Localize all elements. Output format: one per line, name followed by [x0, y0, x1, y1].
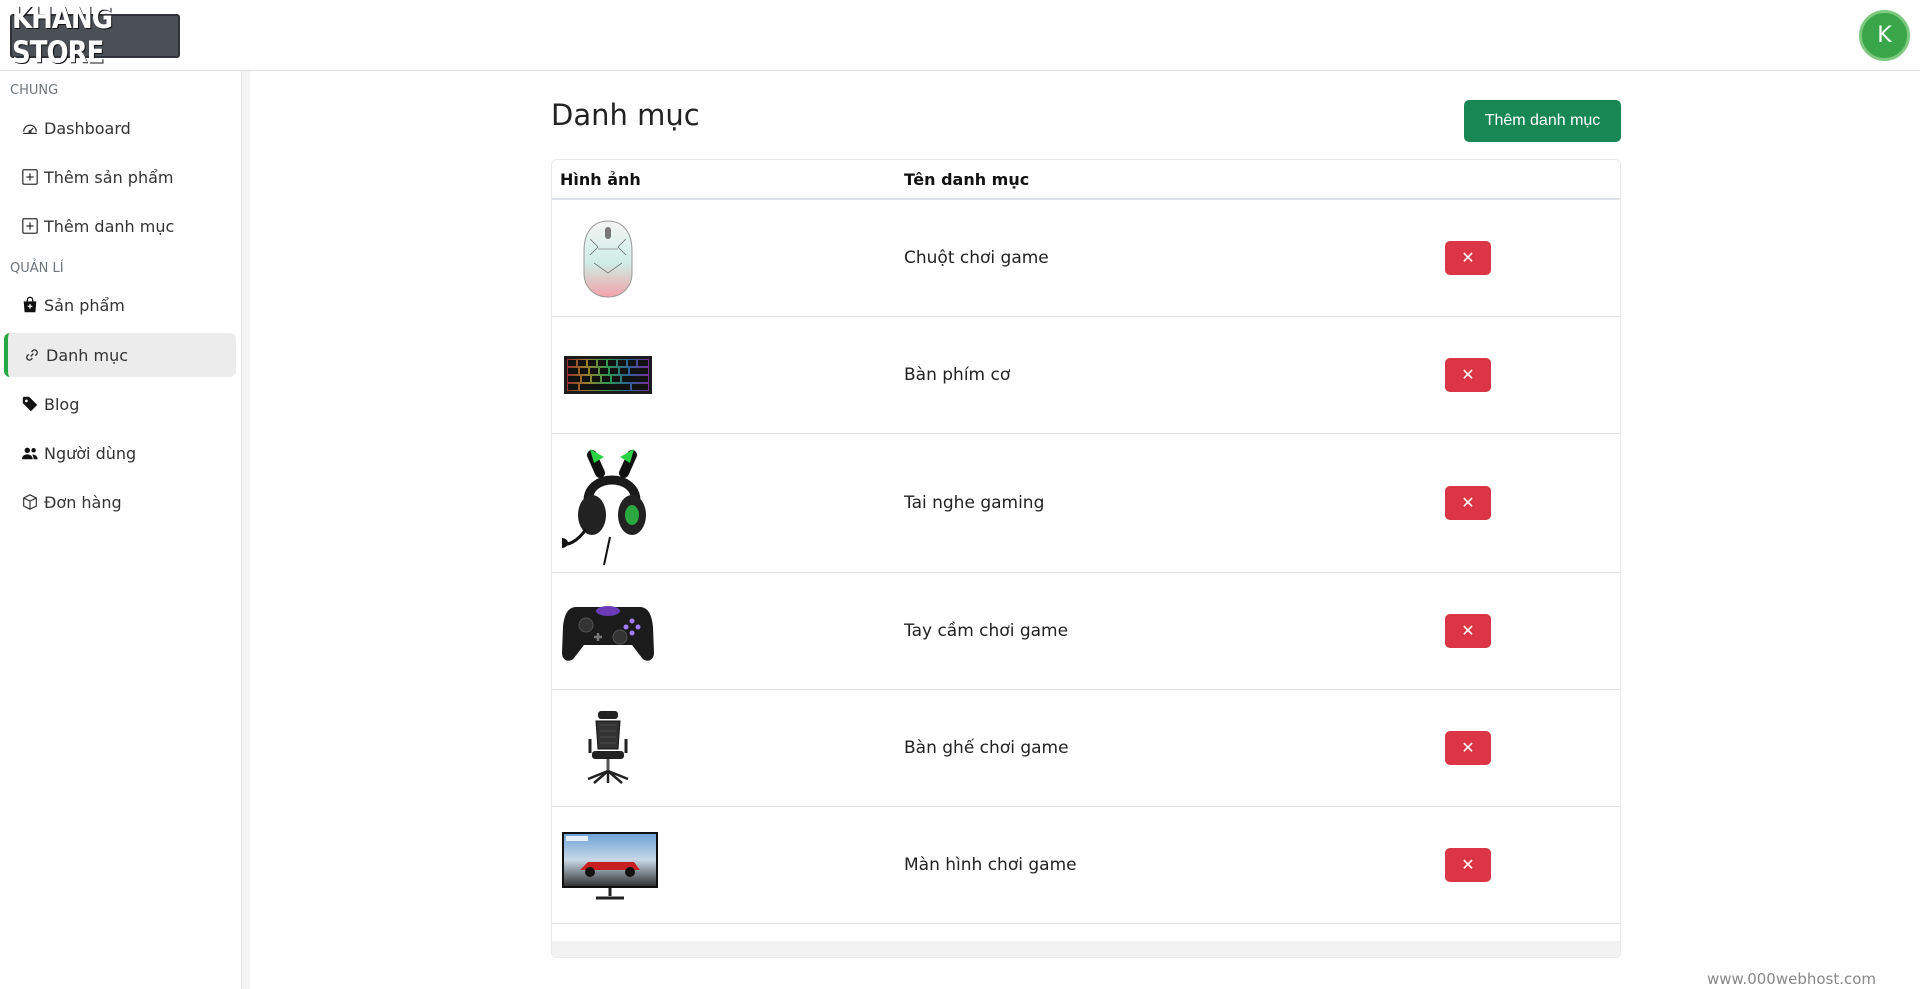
delete-button[interactable]: ✕ — [1445, 358, 1491, 392]
shopping-bag-icon — [20, 295, 40, 315]
table-row: Màn hình chơi game ✕ — [552, 807, 1620, 924]
hosting-watermark[interactable]: www.000webhost.com — [1707, 970, 1876, 988]
sidebar-item-label: Blog — [44, 394, 80, 414]
logo-text: KHANG STORE — [12, 1, 113, 71]
category-name: Bàn phím cơ — [904, 365, 1011, 385]
category-name: Tay cầm chơi game — [904, 621, 1069, 641]
sidebar-item-label: Sản phẩm — [44, 295, 125, 315]
page-title: Danh mục — [551, 98, 700, 132]
category-table: Hình ảnh Tên danh mục Chuột chơi game ✕ — [551, 159, 1621, 958]
store-logo[interactable]: KHANG STORE — [10, 2, 180, 71]
sidebar-divider — [242, 71, 250, 989]
link-icon — [22, 345, 42, 365]
sidebar-item-label: Người dùng — [44, 443, 137, 463]
table-row: Bàn ghế chơi game ✕ — [552, 690, 1620, 807]
gaming-monitor-image — [560, 831, 660, 903]
sidebar-item-categories[interactable]: Danh mục — [4, 333, 236, 377]
category-name: Bàn ghế chơi game — [904, 738, 1069, 758]
gaming-headset-image — [560, 440, 664, 568]
sidebar-item-dashboard[interactable]: Dashboard — [4, 106, 236, 150]
sidebar-item-label: Danh mục — [46, 345, 129, 365]
delete-button[interactable]: ✕ — [1445, 486, 1491, 520]
sidebar-item-label: Đơn hàng — [44, 492, 122, 512]
sidebar-item-products[interactable]: Sản phẩm — [4, 283, 236, 327]
table-row: Bàn phím cơ ✕ — [552, 317, 1620, 434]
column-header-image: Hình ảnh — [560, 170, 641, 189]
sidebar: CHUNG Dashboard Thêm sản phẩm Thêm danh … — [0, 71, 242, 989]
add-category-button[interactable]: Thêm danh mục — [1464, 100, 1621, 142]
horizontal-scrollbar[interactable] — [552, 941, 1620, 957]
delete-button[interactable]: ✕ — [1445, 731, 1491, 765]
sidebar-item-orders[interactable]: Đơn hàng — [4, 480, 236, 524]
top-header: KHANG STORE K — [0, 0, 1920, 71]
box-icon — [20, 492, 40, 512]
sidebar-item-users[interactable]: Người dùng — [4, 431, 236, 475]
sidebar-item-label: Thêm sản phẩm — [44, 167, 174, 187]
delete-button[interactable]: ✕ — [1445, 241, 1491, 275]
game-controller-image — [560, 595, 656, 667]
delete-button[interactable]: ✕ — [1445, 848, 1491, 882]
gaming-mouse-image — [560, 218, 656, 300]
category-name: Chuột chơi game — [904, 248, 1049, 268]
plus-square-icon — [20, 167, 40, 187]
category-name: Tai nghe gaming — [904, 493, 1045, 513]
delete-button[interactable]: ✕ — [1445, 614, 1491, 648]
tag-icon — [20, 394, 40, 414]
sidebar-item-add-product[interactable]: Thêm sản phẩm — [4, 155, 236, 199]
plus-square-icon — [20, 216, 40, 236]
speedometer-icon — [20, 118, 40, 138]
table-row: Chuột chơi game ✕ — [552, 200, 1620, 317]
gaming-chair-image — [560, 708, 656, 788]
table-row: Tai nghe gaming ✕ — [552, 434, 1620, 573]
users-icon — [20, 443, 40, 463]
table-header: Hình ảnh Tên danh mục — [552, 160, 1620, 200]
sidebar-section-general: CHUNG — [10, 83, 59, 98]
mechanical-keyboard-image — [560, 355, 656, 395]
column-header-name: Tên danh mục — [904, 170, 1030, 189]
category-name: Màn hình chơi game — [904, 855, 1077, 875]
sidebar-item-blog[interactable]: Blog — [4, 382, 236, 426]
sidebar-item-label: Dashboard — [44, 118, 131, 138]
sidebar-item-label: Thêm danh mục — [44, 216, 175, 236]
user-avatar[interactable]: K — [1859, 10, 1910, 61]
sidebar-item-add-category[interactable]: Thêm danh mục — [4, 204, 236, 248]
table-row: Tay cầm chơi game ✕ — [552, 573, 1620, 690]
sidebar-section-manage: QUẢN LÍ — [10, 261, 64, 276]
